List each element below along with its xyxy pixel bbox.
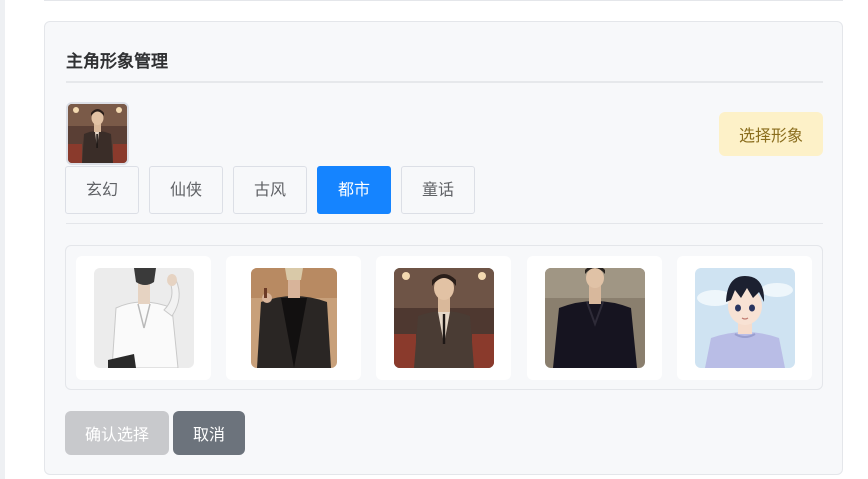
character-avatar-icon bbox=[68, 104, 127, 163]
tabs-divider bbox=[66, 223, 823, 224]
panel-title: 主角形象管理 bbox=[66, 52, 168, 72]
current-character-avatar bbox=[66, 102, 129, 165]
title-divider bbox=[66, 81, 823, 83]
tab-tonghua[interactable]: 童话 bbox=[401, 166, 475, 214]
tab-dushi[interactable]: 都市 bbox=[317, 166, 391, 214]
tab-gufeng[interactable]: 古风 bbox=[233, 166, 307, 214]
character-card[interactable] bbox=[527, 256, 662, 380]
white-shirt-man-icon bbox=[94, 268, 194, 368]
character-management-panel: 主角形象管理 选择形象 玄幻 仙侠 古风 都市 童话 确认选择 取消 bbox=[44, 21, 843, 475]
black-shirt-man-icon bbox=[545, 268, 645, 368]
top-divider bbox=[44, 0, 843, 1]
black-suit-man-icon bbox=[251, 268, 337, 368]
confirm-selection-button[interactable]: 确认选择 bbox=[65, 411, 169, 455]
anime-boy-icon bbox=[695, 268, 795, 368]
character-gallery bbox=[65, 245, 823, 390]
select-character-button[interactable]: 选择形象 bbox=[719, 112, 823, 156]
character-card[interactable] bbox=[677, 256, 812, 380]
cancel-button[interactable]: 取消 bbox=[173, 411, 245, 455]
character-card[interactable] bbox=[376, 256, 511, 380]
left-scroll-strip bbox=[0, 0, 5, 479]
character-card[interactable] bbox=[76, 256, 211, 380]
character-card[interactable] bbox=[226, 256, 361, 380]
tab-xianxia[interactable]: 仙侠 bbox=[149, 166, 223, 214]
brown-suit-man-icon bbox=[394, 268, 494, 368]
tab-xuanhuan[interactable]: 玄幻 bbox=[65, 166, 139, 214]
